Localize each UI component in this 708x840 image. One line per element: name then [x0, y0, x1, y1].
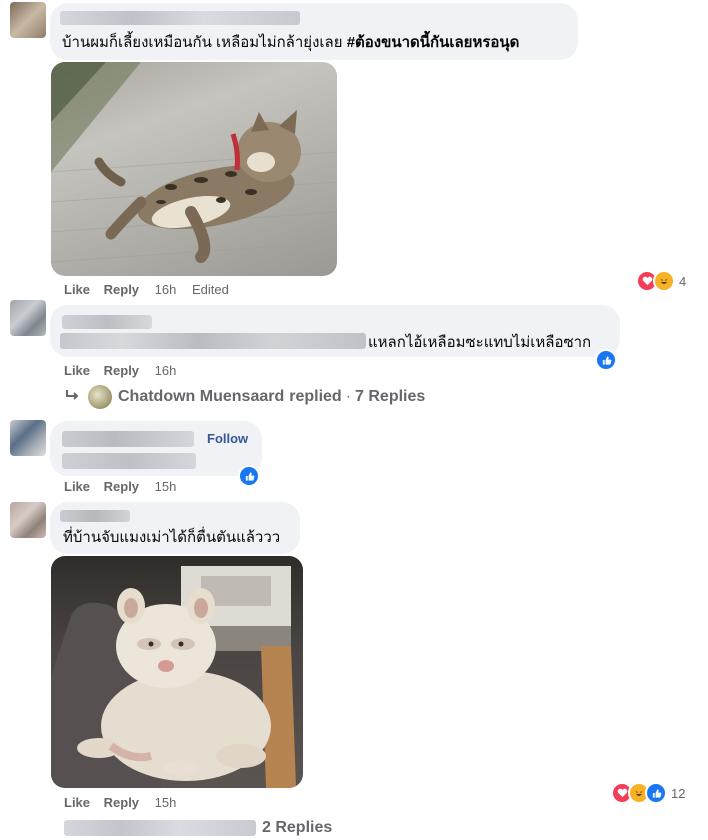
reply-thread-link[interactable]: 2 Replies	[64, 816, 332, 840]
comment-bubble: บ้านผมก็เลี้ยงเหมือนกัน เหลือมไม่กล้ายุ่…	[50, 3, 578, 60]
reaction-count: 12	[671, 785, 686, 801]
reply-button[interactable]: Reply	[104, 363, 139, 378]
replier-name: Chatdown Muensaard	[118, 388, 285, 405]
comment-photo-raccoon[interactable]	[51, 556, 303, 788]
cat-illustration	[51, 62, 337, 263]
commenter-name-redacted[interactable]	[62, 431, 194, 447]
comment-text: ที่บ้านจับแมงเม่าได้ก็ตื่นตันแล้ววว	[63, 529, 281, 546]
replies-count: 7 Replies	[355, 388, 426, 405]
comment-text: แหลกไอ้เหลือมซะแทบไม่เหลือซาก	[368, 334, 592, 351]
reaction-summary[interactable]	[238, 465, 260, 487]
hashtag-link[interactable]: #ต้องขนาดนี้กันเลยหรอนุด	[347, 34, 520, 51]
like-reaction-icon	[645, 782, 667, 804]
separator-dot: ·	[345, 388, 352, 405]
comment-timestamp[interactable]: 15h	[155, 479, 177, 494]
commenter-avatar[interactable]	[10, 2, 46, 38]
comment-photo-cat[interactable]	[51, 62, 337, 276]
comment-bubble: แหลกไอ้เหลือมซะแทบไม่เหลือซาก	[50, 305, 620, 357]
commenter-name-redacted[interactable]	[60, 510, 130, 522]
comment-text-redacted	[60, 333, 366, 349]
reply-button[interactable]: Reply	[104, 479, 139, 494]
reaction-summary[interactable]: 4	[636, 270, 686, 292]
reply-arrow-icon	[64, 388, 82, 407]
reply-thread-link[interactable]: Chatdown Muensaard replied · 7 Replies	[64, 384, 425, 410]
like-button[interactable]: Like	[64, 363, 90, 378]
comment-bubble: Follow	[50, 421, 262, 476]
replier-avatar	[88, 385, 112, 409]
comment-timestamp[interactable]: 15h	[155, 795, 177, 810]
comment-text-plain: บ้านผมก็เลี้ยงเหมือนกัน เหลือมไม่กล้ายุ่…	[62, 34, 347, 51]
comment-text-redacted	[62, 453, 196, 469]
commenter-avatar[interactable]	[10, 502, 46, 538]
like-button[interactable]: Like	[64, 479, 90, 494]
follow-button[interactable]: Follow	[207, 431, 248, 446]
raccoon-illustration	[51, 566, 296, 788]
reply-button[interactable]: Reply	[104, 282, 139, 297]
replies-count: 2 Replies	[262, 819, 333, 836]
commenter-name-redacted[interactable]	[60, 11, 300, 25]
comment-actions: Like Reply 15h	[64, 479, 176, 495]
haha-reaction-icon	[653, 270, 675, 292]
like-reaction-icon	[595, 349, 617, 371]
replied-label: replied	[289, 388, 342, 405]
comment-actions: Like Reply 16h Edited	[64, 282, 229, 298]
comment-actions: Like Reply 15h	[64, 795, 176, 811]
commenter-name-redacted[interactable]	[62, 315, 152, 329]
comment-timestamp[interactable]: 16h	[155, 363, 177, 378]
replier-avatars-redacted	[64, 820, 256, 836]
comment-actions: Like Reply 16h	[64, 363, 176, 379]
comment-text: บ้านผมก็เลี้ยงเหมือนกัน เหลือมไม่กล้ายุ่…	[62, 33, 519, 53]
reaction-summary[interactable]	[595, 349, 617, 371]
commenter-avatar[interactable]	[10, 300, 46, 336]
comment-bubble: ที่บ้านจับแมงเม่าได้ก็ตื่นตันแล้ววว	[50, 502, 300, 554]
reaction-summary[interactable]: 12	[611, 782, 685, 804]
like-button[interactable]: Like	[64, 795, 90, 810]
reply-button[interactable]: Reply	[104, 795, 139, 810]
reaction-count: 4	[679, 273, 687, 289]
commenter-avatar[interactable]	[10, 420, 46, 456]
edited-label[interactable]: Edited	[192, 282, 229, 297]
like-reaction-icon	[238, 465, 260, 487]
comment-timestamp[interactable]: 16h	[155, 282, 177, 297]
like-button[interactable]: Like	[64, 282, 90, 297]
